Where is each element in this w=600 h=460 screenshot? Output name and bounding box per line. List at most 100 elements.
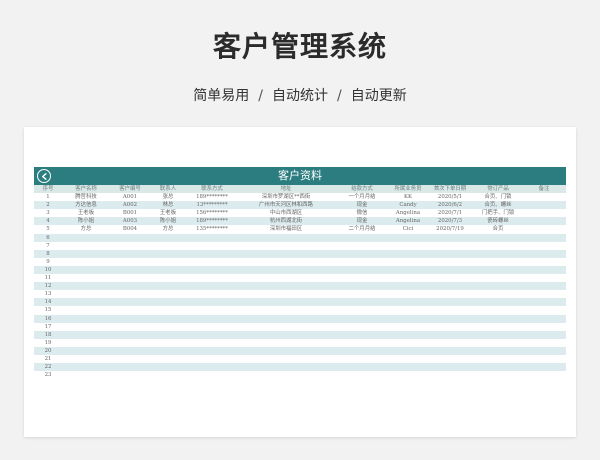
- table-cell[interactable]: [426, 323, 474, 331]
- table-cell[interactable]: [150, 234, 186, 242]
- table-cell[interactable]: [334, 250, 390, 258]
- table-cell[interactable]: [150, 266, 186, 274]
- table-cell[interactable]: 11: [34, 274, 62, 282]
- table-cell[interactable]: [426, 298, 474, 306]
- table-cell[interactable]: [110, 298, 150, 306]
- table-cell[interactable]: [426, 234, 474, 242]
- table-cell[interactable]: [390, 234, 426, 242]
- table-cell[interactable]: [62, 242, 110, 250]
- table-cell[interactable]: 14: [34, 298, 62, 306]
- table-cell[interactable]: [62, 355, 110, 363]
- table-cell[interactable]: [62, 258, 110, 266]
- table-cell[interactable]: [522, 290, 566, 298]
- table-cell[interactable]: [522, 371, 566, 379]
- table-cell[interactable]: 林总: [150, 201, 186, 209]
- table-cell[interactable]: [334, 290, 390, 298]
- table-cell[interactable]: [390, 371, 426, 379]
- table-cell[interactable]: 2020/5/1: [426, 193, 474, 201]
- table-cell[interactable]: B004: [110, 225, 150, 233]
- table-cell[interactable]: [62, 363, 110, 371]
- table-cell[interactable]: [186, 298, 238, 306]
- table-cell[interactable]: [426, 355, 474, 363]
- table-cell[interactable]: [334, 274, 390, 282]
- table-cell[interactable]: [186, 266, 238, 274]
- table-cell[interactable]: [238, 371, 334, 379]
- table-cell[interactable]: [522, 282, 566, 290]
- table-cell[interactable]: [334, 266, 390, 274]
- table-cell[interactable]: [474, 258, 522, 266]
- table-cell[interactable]: 陈小姐: [62, 217, 110, 225]
- table-cell[interactable]: [150, 274, 186, 282]
- table-cell[interactable]: 10: [34, 266, 62, 274]
- table-cell[interactable]: [390, 339, 426, 347]
- table-cell[interactable]: 微信: [334, 209, 390, 217]
- table-cell[interactable]: [426, 306, 474, 314]
- table-cell[interactable]: 16: [34, 315, 62, 323]
- table-cell[interactable]: [110, 355, 150, 363]
- table-cell[interactable]: [150, 339, 186, 347]
- table-cell[interactable]: 现金: [334, 217, 390, 225]
- table-cell[interactable]: [390, 298, 426, 306]
- table-cell[interactable]: [522, 298, 566, 306]
- table-cell[interactable]: [238, 306, 334, 314]
- table-cell[interactable]: A003: [110, 217, 150, 225]
- table-cell[interactable]: [110, 290, 150, 298]
- table-cell[interactable]: [474, 250, 522, 258]
- table-cell[interactable]: 腾哲科技: [62, 193, 110, 201]
- table-cell[interactable]: [474, 347, 522, 355]
- table-cell[interactable]: 5: [34, 225, 62, 233]
- table-cell[interactable]: [186, 315, 238, 323]
- table-cell[interactable]: [62, 371, 110, 379]
- table-cell[interactable]: 8: [34, 250, 62, 258]
- table-cell[interactable]: [522, 355, 566, 363]
- table-cell[interactable]: [390, 242, 426, 250]
- table-cell[interactable]: [426, 363, 474, 371]
- table-cell[interactable]: [150, 242, 186, 250]
- table-cell[interactable]: [110, 315, 150, 323]
- table-cell[interactable]: [426, 290, 474, 298]
- table-cell[interactable]: [150, 315, 186, 323]
- table-cell[interactable]: 瓷砖螺丝: [474, 217, 522, 225]
- table-cell[interactable]: 2: [34, 201, 62, 209]
- table-cell[interactable]: [186, 355, 238, 363]
- table-cell[interactable]: [426, 266, 474, 274]
- table-cell[interactable]: [474, 323, 522, 331]
- column-header[interactable]: 联系方式: [186, 185, 238, 193]
- table-cell[interactable]: [334, 282, 390, 290]
- table-cell[interactable]: [522, 347, 566, 355]
- back-icon[interactable]: [37, 169, 51, 183]
- column-header[interactable]: 所属业务员: [390, 185, 426, 193]
- table-cell[interactable]: [238, 250, 334, 258]
- column-header[interactable]: 备注: [522, 185, 566, 193]
- table-cell[interactable]: 合页: [474, 225, 522, 233]
- table-cell[interactable]: 23: [34, 371, 62, 379]
- table-cell[interactable]: 189********: [186, 193, 238, 201]
- table-cell[interactable]: [522, 331, 566, 339]
- table-cell[interactable]: 21: [34, 355, 62, 363]
- table-cell[interactable]: 15: [34, 306, 62, 314]
- table-cell[interactable]: 2020/7/3: [426, 217, 474, 225]
- table-cell[interactable]: [426, 347, 474, 355]
- table-cell[interactable]: [474, 266, 522, 274]
- table-cell[interactable]: [186, 347, 238, 355]
- column-header[interactable]: 结款方式: [334, 185, 390, 193]
- table-cell[interactable]: [426, 250, 474, 258]
- table-cell[interactable]: [390, 363, 426, 371]
- table-cell[interactable]: [474, 298, 522, 306]
- table-cell[interactable]: 陈小姐: [150, 217, 186, 225]
- table-cell[interactable]: 7: [34, 242, 62, 250]
- table-cell[interactable]: [238, 323, 334, 331]
- table-cell[interactable]: 13: [34, 290, 62, 298]
- table-cell[interactable]: [474, 363, 522, 371]
- table-cell[interactable]: [238, 282, 334, 290]
- table-cell[interactable]: [238, 363, 334, 371]
- table-cell[interactable]: [110, 266, 150, 274]
- table-cell[interactable]: 深圳市罗湖区**西街: [238, 193, 334, 201]
- column-header[interactable]: 客户名称: [62, 185, 110, 193]
- table-cell[interactable]: [390, 290, 426, 298]
- table-cell[interactable]: [238, 258, 334, 266]
- table-cell[interactable]: [186, 339, 238, 347]
- table-cell[interactable]: [522, 193, 566, 201]
- table-cell[interactable]: [62, 298, 110, 306]
- table-cell[interactable]: 22: [34, 363, 62, 371]
